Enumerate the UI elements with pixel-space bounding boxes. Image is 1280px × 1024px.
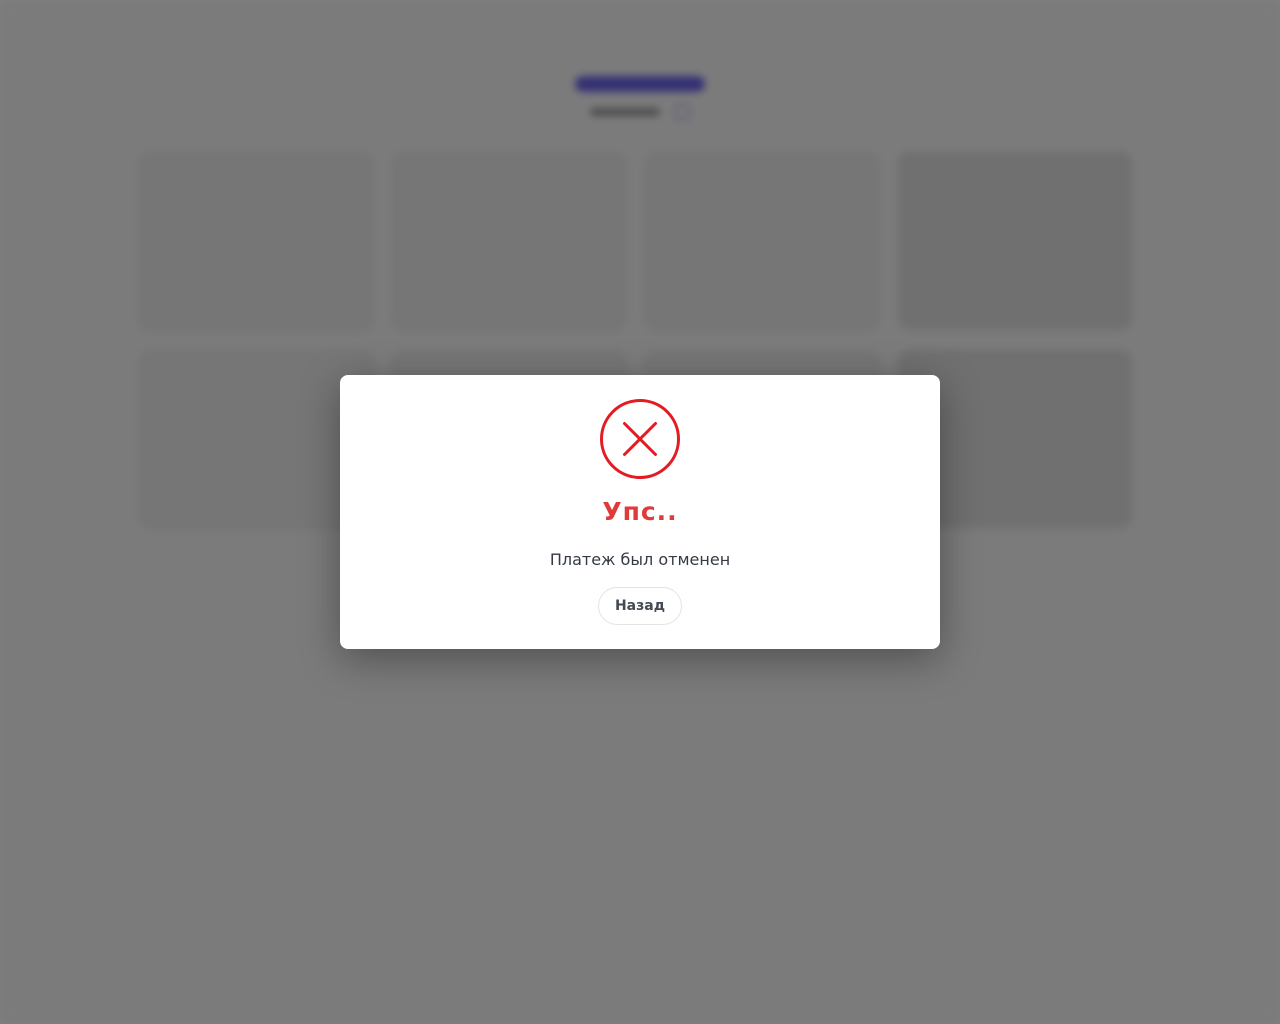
dialog-title: Упс.. [602,497,678,526]
dialog-message: Платеж был отменен [549,550,731,569]
close-circle-icon [600,399,680,479]
payment-cancelled-dialog: Упс.. Платеж был отменен Назад [340,375,940,649]
back-button[interactable]: Назад [598,587,682,625]
